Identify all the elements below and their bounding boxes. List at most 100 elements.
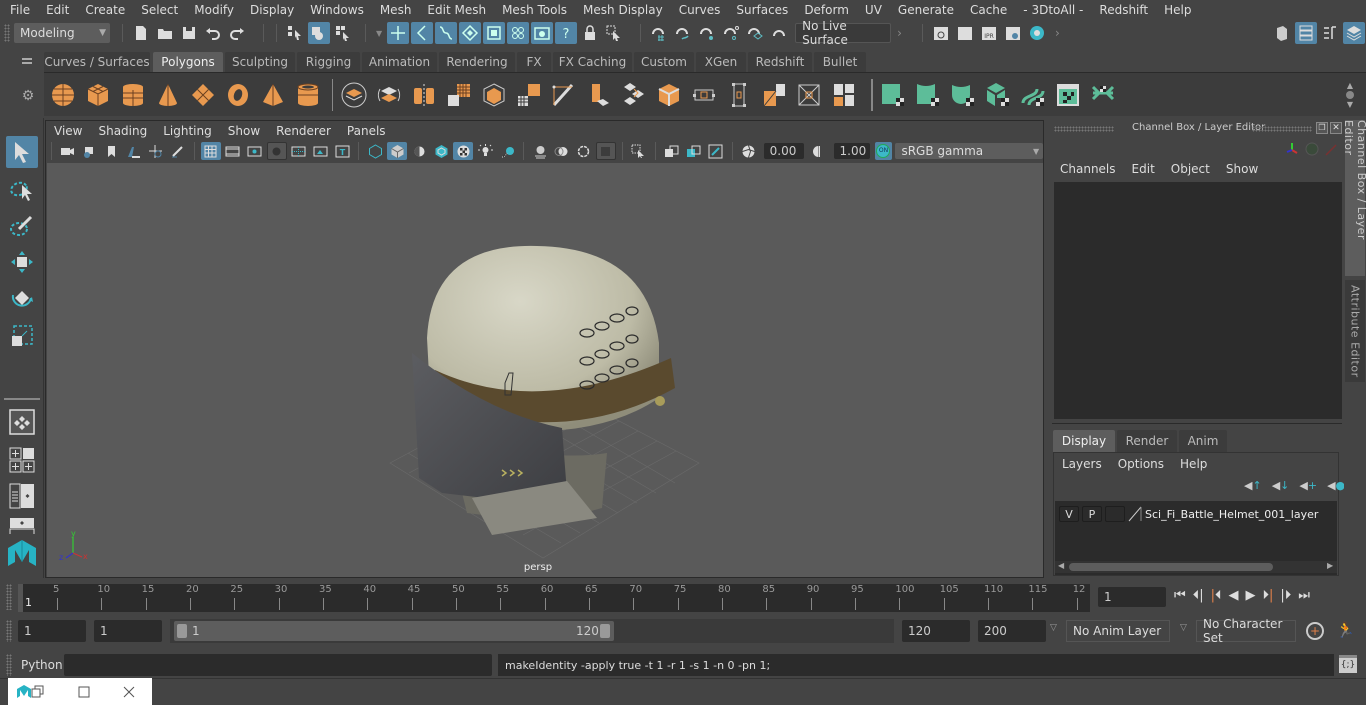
grip-handle[interactable] [1054, 126, 1114, 132]
paint-select-tool-icon[interactable] [6, 210, 38, 242]
isolate-select-icon[interactable] [629, 142, 649, 160]
channelbox-menu-show[interactable]: Show [1226, 162, 1258, 176]
menu-help[interactable]: Help [1156, 0, 1199, 20]
menu-file[interactable]: File [0, 0, 38, 20]
shelf-tab-sculpting[interactable]: Sculpting [225, 52, 295, 72]
planar-uv-icon[interactable] [879, 81, 907, 109]
menu-display[interactable]: Display [242, 0, 302, 20]
new-layer-from-selected-icon[interactable]: ◀● [1327, 479, 1345, 492]
live-surface-field[interactable]: No Live Surface [795, 19, 892, 47]
character-set-field[interactable]: No Character Set [1196, 617, 1296, 645]
select-surfaces-icon[interactable] [459, 22, 482, 44]
divider[interactable] [1052, 423, 1342, 424]
save-scene-icon[interactable] [178, 22, 200, 44]
menu-3dtoall[interactable]: - 3DtoAll - [1015, 0, 1091, 20]
attribute-editor-toggle-icon[interactable] [1295, 22, 1317, 44]
boolean-icon[interactable] [830, 81, 858, 109]
tool-settings-toggle-icon[interactable] [1319, 22, 1341, 44]
layer-row[interactable]: V P Sci_Fi_Battle_Helmet_001_layer [1059, 505, 1335, 523]
xray-joints-icon[interactable] [706, 142, 726, 160]
poly-cube-icon[interactable] [84, 81, 112, 109]
menu-uv[interactable]: UV [857, 0, 890, 20]
collapse-arrow-icon[interactable]: › [897, 26, 902, 40]
grip-handle[interactable] [1252, 126, 1312, 132]
range-end-handle[interactable] [600, 624, 610, 638]
layer-tab-render[interactable]: Render [1117, 430, 1177, 452]
uv-editor-icon[interactable] [1054, 81, 1082, 109]
grid-toggle-icon[interactable] [200, 142, 221, 160]
shelf-tab-rendering[interactable]: Rendering [439, 52, 515, 72]
ambient-occlusion-icon[interactable] [530, 142, 550, 160]
shelf-tab-bullet[interactable]: Bullet [814, 52, 866, 72]
uv-layout-icon[interactable] [1089, 81, 1117, 109]
menu-redshift[interactable]: Redshift [1091, 0, 1156, 20]
gear-icon[interactable]: ⚙ [20, 88, 36, 104]
menu-curves[interactable]: Curves [671, 0, 729, 20]
combine-icon[interactable] [340, 81, 368, 109]
wireframe-on-shaded-icon[interactable] [431, 142, 451, 160]
layer-name[interactable]: Sci_Fi_Battle_Helmet_001_layer [1145, 508, 1318, 521]
3d-viewport[interactable]: persp y x z [47, 163, 1043, 577]
default-material-icon[interactable] [409, 142, 429, 160]
modeling-toolkit-icon[interactable] [1271, 22, 1293, 44]
animation-preferences-icon[interactable]: 🏃 [1336, 621, 1355, 639]
mode-selector[interactable]: Modeling ▼ [14, 23, 110, 43]
restore-icon[interactable] [31, 685, 45, 699]
menu-mesh-display[interactable]: Mesh Display [575, 0, 671, 20]
field-chart-icon[interactable] [289, 142, 309, 160]
select-by-hierarchy-icon[interactable] [284, 22, 306, 44]
grip-handle[interactable] [6, 620, 12, 642]
shelf-tab-polygons[interactable]: Polygons [153, 52, 223, 72]
shelf-tab-animation[interactable]: Animation [362, 52, 437, 72]
shelf-tab-curves-surfaces[interactable]: Curves / Surfaces [44, 52, 150, 72]
select-by-component-icon[interactable] [332, 22, 354, 44]
merge-vertex-icon[interactable] [725, 81, 753, 109]
menu-edit-mesh[interactable]: Edit Mesh [419, 0, 494, 20]
select-rendering-icon[interactable] [531, 22, 554, 44]
anim-layer-field[interactable]: No Anim Layer [1066, 620, 1170, 642]
layer-display-type-toggle[interactable] [1105, 506, 1125, 522]
layer-tab-anim[interactable]: Anim [1179, 430, 1227, 452]
smooth-shade-icon[interactable] [387, 142, 408, 160]
render-current-frame-icon[interactable] [954, 22, 976, 44]
menu-mesh-tools[interactable]: Mesh Tools [494, 0, 575, 20]
shelf-tab-xgen[interactable]: XGen [696, 52, 746, 72]
side-tab-channel-box[interactable]: Channel Box / Layer Editor [1342, 120, 1366, 276]
cylindrical-uv-icon[interactable] [914, 81, 942, 109]
layer-playback-toggle[interactable]: P [1082, 506, 1102, 522]
play-forwards-icon[interactable]: ▶ [1245, 588, 1255, 603]
go-to-start-icon[interactable]: ⏮ [1174, 588, 1186, 603]
layer-hscrollbar[interactable]: ◀ ▶ [1055, 561, 1337, 573]
scale-tool-icon[interactable] [6, 320, 38, 352]
image-plane-icon[interactable] [124, 142, 144, 160]
shelf-scroll[interactable]: ▲ ▼ [1344, 81, 1356, 111]
channelbox-menu-edit[interactable]: Edit [1132, 162, 1155, 176]
lock-icon[interactable] [579, 22, 601, 44]
animation-end-field[interactable]: 200 [978, 620, 1046, 642]
make-live-icon[interactable] [768, 22, 790, 44]
four-view-layout-icon[interactable] [6, 444, 38, 476]
gamma-icon[interactable] [809, 142, 829, 160]
extrude-icon[interactable] [585, 81, 613, 109]
viewport-menu-lighting[interactable]: Lighting [155, 124, 220, 138]
shelf-tab-rigging[interactable]: Rigging [297, 52, 360, 72]
multi-cut-icon[interactable] [550, 81, 578, 109]
viewport-menu-view[interactable]: View [46, 124, 90, 138]
menu-deform[interactable]: Deform [796, 0, 857, 20]
select-curves-icon[interactable] [435, 22, 458, 44]
xray-active-components-icon[interactable] [684, 142, 704, 160]
separate-icon[interactable] [375, 81, 403, 109]
timeline-track[interactable]: 1 5 10 15 20 25 30 35 40 45 50 55 60 65 70 75 80 85 90 95 1… [18, 584, 1090, 612]
current-time-indicator[interactable] [18, 584, 23, 612]
motion-blur-icon[interactable] [552, 142, 572, 160]
highlight-selection-icon[interactable] [603, 22, 625, 44]
unfold-icon[interactable] [1019, 81, 1047, 109]
exposure-field[interactable]: 0.00 [763, 143, 804, 159]
script-language-toggle[interactable]: Python [21, 658, 63, 672]
poly-pipe-icon[interactable] [294, 81, 322, 109]
menu-generate[interactable]: Generate [890, 0, 962, 20]
shelf-options-icon[interactable] [1346, 91, 1354, 99]
exposure-icon[interactable] [739, 142, 759, 160]
resolution-gate-icon[interactable] [245, 142, 265, 160]
gate-mask-icon[interactable] [266, 142, 287, 160]
